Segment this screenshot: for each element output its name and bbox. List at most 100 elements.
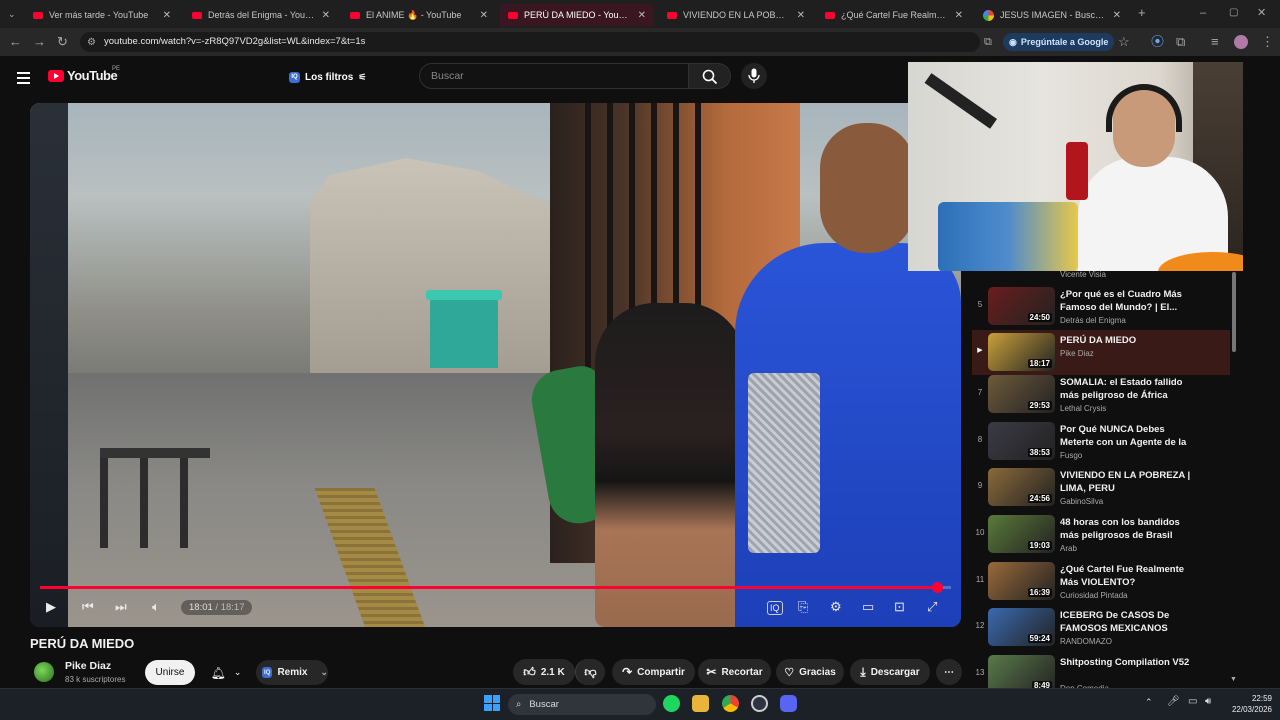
browser-menu-icon[interactable]: ⋮ xyxy=(1261,34,1274,50)
settings-gear-icon[interactable]: ⚙ xyxy=(830,597,842,617)
playlist-title[interactable]: ¿Por qué es el Cuadro Más Famoso del Mun… xyxy=(1060,288,1200,314)
notifications-button[interactable]: 🔔︎ ⌄ xyxy=(203,660,249,685)
playlist-thumbnail[interactable]: 38:53 xyxy=(988,422,1055,460)
reload-icon[interactable]: ↻ xyxy=(57,34,68,50)
discord-icon[interactable] xyxy=(780,695,797,712)
close-tab-icon[interactable]: ✕ xyxy=(955,10,963,21)
channel-avatar[interactable] xyxy=(34,662,54,682)
scroll-down-icon[interactable]: ▼ xyxy=(1230,676,1237,683)
system-clock[interactable]: 22:59 22/03/2026 xyxy=(1222,693,1272,715)
tab-2[interactable]: Detrás del Enigma - YouTube ✕ xyxy=(184,4,338,26)
close-tab-icon[interactable]: ✕ xyxy=(163,10,171,21)
playlist-item[interactable]: ▶ 18:17 PERÚ DA MIEDO Pike Diaz xyxy=(972,330,1230,375)
download-button[interactable]: ⤓ Descargar xyxy=(850,659,930,685)
spotify-icon[interactable] xyxy=(663,695,680,712)
file-explorer-icon[interactable] xyxy=(692,695,709,712)
playlist-thumbnail[interactable]: 19:03 xyxy=(988,515,1055,553)
playlist-thumbnail[interactable]: 24:50 xyxy=(988,287,1055,325)
fullscreen-icon[interactable]: ⤢ xyxy=(927,597,937,617)
tab-search-icon[interactable]: ⌄ xyxy=(8,6,16,22)
youtube-logo[interactable]: YouTube xyxy=(48,68,118,83)
miniplayer-icon[interactable]: ▭ xyxy=(862,597,874,617)
playlist-thumbnail[interactable]: 59:24 xyxy=(988,608,1055,646)
new-tab-icon[interactable]: + xyxy=(1138,5,1146,21)
mic-tray-icon[interactable]: 🎤︎ xyxy=(1167,696,1180,707)
remix-button[interactable]: IQ Remix ⌄ xyxy=(256,660,328,685)
obs-icon[interactable] xyxy=(751,695,768,712)
like-button[interactable]: 👍︎ 2.1 K xyxy=(513,659,575,685)
bookmark-star-icon[interactable]: ☆ xyxy=(1118,34,1130,50)
profile-avatar[interactable] xyxy=(1234,35,1248,49)
playlist-scrollbar[interactable] xyxy=(1232,272,1236,352)
playlist-item[interactable]: 10 19:03 48 horas con los bandidos más pel… xyxy=(972,512,1230,557)
playlist-title[interactable]: Por Qué NUNCA Debes Meterte con un Agent… xyxy=(1060,423,1200,450)
playlist-item[interactable]: 7 29:53 SOMALIA: el Estado fallido más pel… xyxy=(972,372,1230,417)
voice-search-button[interactable] xyxy=(741,63,767,89)
close-tab-icon[interactable]: ✕ xyxy=(322,10,330,21)
reading-list-icon[interactable]: ≡ xyxy=(1211,34,1219,50)
extensions-puzzle-icon[interactable]: ⧉ xyxy=(1176,34,1185,50)
cast-icon[interactable]: ⊡ xyxy=(894,597,905,617)
playlist-title[interactable]: ICEBERG De CASOS De FAMOSOS MEXICANOS xyxy=(1060,609,1200,635)
network-icon[interactable]: ▭ xyxy=(1188,696,1197,707)
windows-start-icon[interactable] xyxy=(484,695,500,711)
subtitles-icon[interactable]: ⎘ xyxy=(798,597,808,617)
playlist-title[interactable]: 48 horas con los bandidos más peligrosos… xyxy=(1060,516,1200,542)
filters-button[interactable]: IQ Los filtros ⚟ xyxy=(283,66,372,88)
share-button[interactable]: ↷ Compartir xyxy=(612,659,695,685)
volume-icon[interactable]: 🔈︎ xyxy=(152,597,160,617)
back-icon[interactable]: ← xyxy=(9,34,22,50)
tab-3[interactable]: El ANIME 🔥 - YouTube ✕ xyxy=(342,4,496,26)
forward-icon[interactable]: → xyxy=(33,34,46,50)
url-text[interactable]: youtube.com/watch?v=-zR8Q97VD2g&list=WL&… xyxy=(104,36,365,47)
channel-name[interactable]: Pike Diaz xyxy=(65,660,111,672)
video-player[interactable]: ▶ ⏮ ⏭ 🔈︎ 18:01 / 18:17 IQ ⎘ ⚙ ▭ ⊡ ⤢ xyxy=(30,103,961,627)
next-button[interactable]: ⏭ xyxy=(115,597,127,617)
playlist-title[interactable]: VIVIENDO EN LA POBREZA | LIMA, PERU xyxy=(1060,469,1200,495)
tab-4[interactable]: PERÚ DA MIEDO - YouTube ✕ xyxy=(500,4,654,26)
progress-scrubber[interactable] xyxy=(932,582,944,593)
close-tab-icon[interactable]: ✕ xyxy=(797,10,805,21)
playlist-thumbnail[interactable]: 29:53 xyxy=(988,375,1055,413)
tab-1[interactable]: Ver más tarde - YouTube ✕ xyxy=(25,4,179,26)
site-info-icon[interactable]: ⚙ xyxy=(87,35,96,51)
playlist-title[interactable]: PERÚ DA MIEDO xyxy=(1060,334,1200,347)
tab-6[interactable]: ¿Qué Cartel Fue Realmente Má ✕ xyxy=(817,4,971,26)
tab-5[interactable]: VIVIENDO EN LA POBREZA | LI ✕ xyxy=(659,4,813,26)
playlist-thumbnail[interactable]: 24:56 xyxy=(988,468,1055,506)
taskbar-search[interactable]: ⌕ Buscar xyxy=(508,694,656,715)
playlist-item[interactable]: 5 24:50 ¿Por qué es el Cuadro Más Famoso d… xyxy=(972,284,1230,329)
close-tab-icon[interactable]: ✕ xyxy=(1113,10,1121,21)
maximize-icon[interactable]: ▢ xyxy=(1229,5,1238,21)
playlist-title[interactable]: Shitposting Compilation V52 xyxy=(1060,656,1200,669)
playlist-item[interactable]: 12 59:24 ICEBERG De CASOS De FAMOSOS MEXIC… xyxy=(972,605,1230,650)
playlist-item[interactable]: 9 24:56 VIVIENDO EN LA POBREZA | LIMA, PER… xyxy=(972,465,1230,510)
join-button[interactable]: Unirse xyxy=(145,660,195,685)
playlist-item[interactable]: 8 38:53 Por Qué NUNCA Debes Meterte con un… xyxy=(972,419,1230,464)
previous-button[interactable]: ⏮ xyxy=(82,597,94,617)
close-window-icon[interactable]: ✕ xyxy=(1257,5,1266,21)
play-button[interactable]: ▶ xyxy=(46,597,56,617)
playlist-item[interactable]: 11 16:39 ¿Qué Cartel Fue Realmente Más VIO… xyxy=(972,559,1230,604)
search-button[interactable] xyxy=(689,63,731,89)
menu-icon[interactable] xyxy=(17,69,30,87)
iq-extension-icon[interactable]: IQ xyxy=(767,601,783,615)
install-icon[interactable]: ⧉ xyxy=(984,34,992,50)
clip-button[interactable]: ✂ Recortar xyxy=(698,659,771,685)
tray-chevron-icon[interactable]: ⌃ xyxy=(1145,697,1153,708)
chrome-icon[interactable] xyxy=(722,695,739,712)
playlist-title[interactable]: SOMALIA: el Estado fallido más peligroso… xyxy=(1060,376,1200,402)
more-actions-button[interactable]: ⋯ xyxy=(936,659,962,685)
extension-icon[interactable]: ⦿ xyxy=(1151,34,1164,50)
thanks-button[interactable]: ♡ Gracias xyxy=(776,659,844,685)
playlist-thumbnail[interactable]: 16:39 xyxy=(988,562,1055,600)
speaker-icon[interactable]: 🔊︎ xyxy=(1205,696,1211,707)
playlist-title[interactable]: ¿Qué Cartel Fue Realmente Más VIOLENTO? xyxy=(1060,563,1200,589)
minimize-icon[interactable]: – xyxy=(1200,5,1206,21)
progress-bar[interactable] xyxy=(40,582,951,593)
tab-7[interactable]: JESUS IMAGEN - Buscar con Go ✕ xyxy=(975,4,1129,26)
dislike-button[interactable]: 👎︎ xyxy=(575,659,605,685)
playlist-thumbnail[interactable]: 18:17 xyxy=(988,333,1055,371)
ask-google-button[interactable]: ◉ Pregúntale a Google xyxy=(1003,33,1115,51)
close-tab-icon[interactable]: ✕ xyxy=(638,10,646,21)
